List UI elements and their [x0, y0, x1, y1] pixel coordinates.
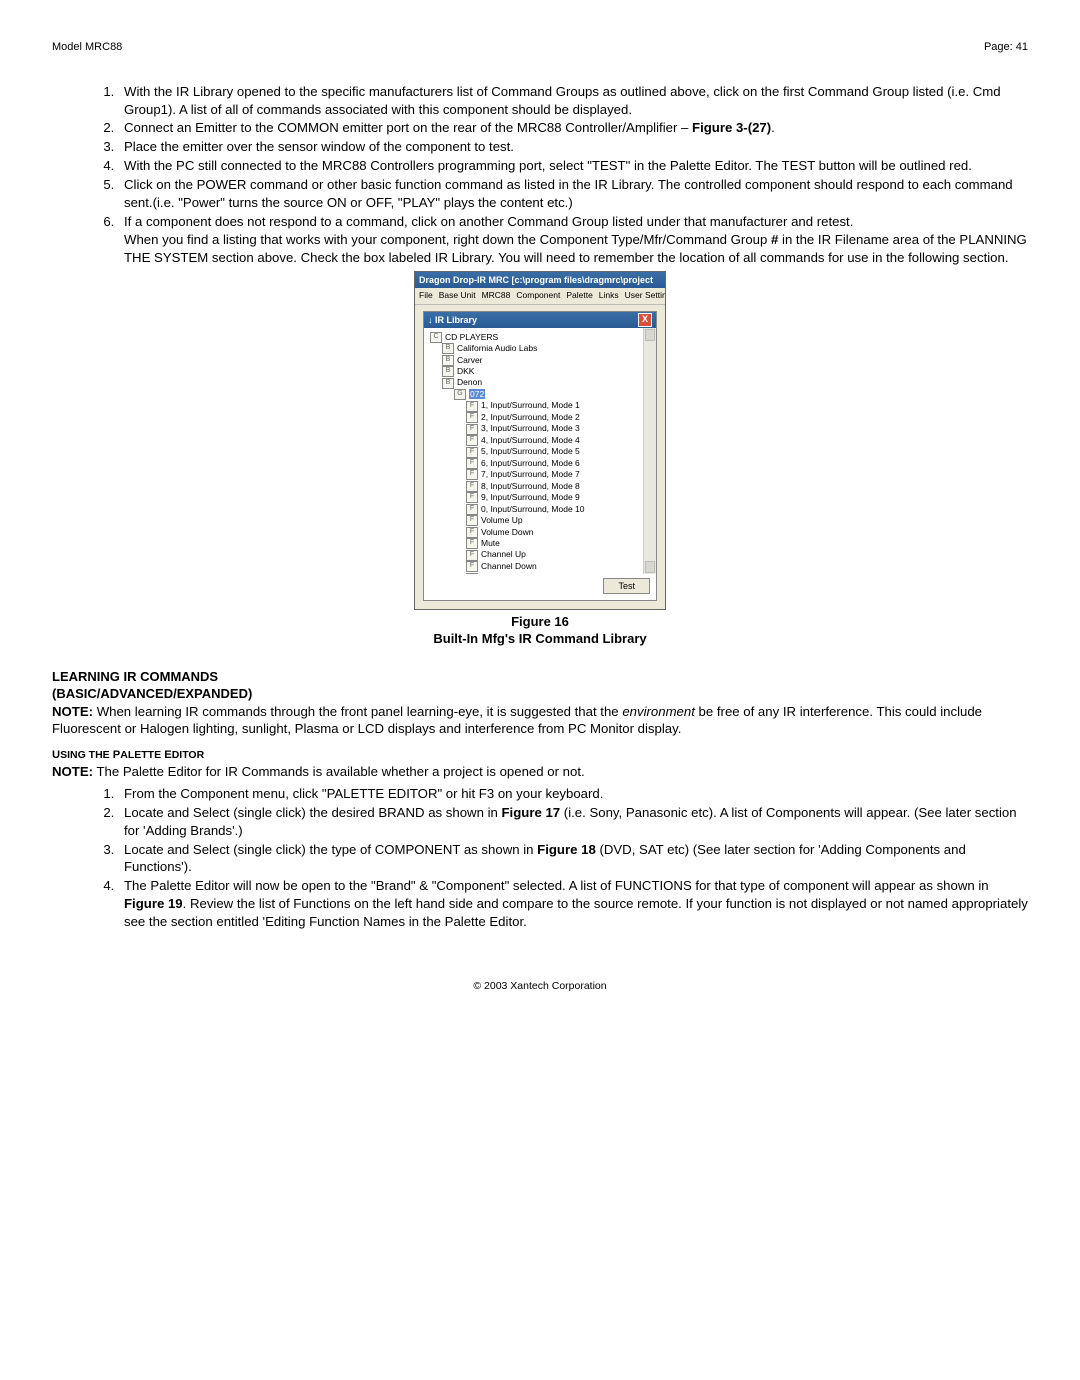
tree-brand[interactable]: BCalifornia Audio Labs [442, 343, 652, 354]
list-item: Locate and Select (single click) the typ… [118, 841, 1028, 877]
command-icon: F [466, 550, 478, 561]
folder-icon: C [430, 332, 442, 343]
command-icon: F [466, 481, 478, 492]
command-icon: F [466, 561, 478, 572]
scrollbar[interactable] [643, 328, 656, 574]
figure-caption: Figure 16 Built-In Mfg's IR Command Libr… [52, 614, 1028, 648]
tree-command[interactable]: F2, Input/Surround, Mode 2 [466, 412, 652, 423]
tree-command[interactable]: F7, Input/Surround, Mode 7 [466, 469, 652, 480]
header-left: Model MRC88 [52, 40, 122, 55]
command-icon: F [466, 412, 478, 423]
tree-brand[interactable]: BDenon [442, 377, 652, 388]
menu-item[interactable]: Palette [566, 290, 592, 300]
menu-item[interactable]: File [419, 290, 433, 300]
screenshot-window: Dragon Drop-IR MRC [c:\program files\dra… [414, 271, 666, 610]
menu-item[interactable]: Component [516, 290, 560, 300]
menu-item[interactable]: MRC88 [482, 290, 511, 300]
list-item: Place the emitter over the sensor window… [118, 138, 1028, 156]
brand-icon: B [442, 355, 454, 366]
main-ordered-list: With the IR Library opened to the specif… [52, 83, 1028, 267]
palette-ordered-list: From the Component menu, click "PALETTE … [52, 785, 1028, 931]
tree-root: CD PLAYERS [445, 332, 498, 342]
list-item: Click on the POWER command or other basi… [118, 176, 1028, 212]
section-heading-learning: LEARNING IR COMMANDS [52, 668, 1028, 686]
list-item: With the IR Library opened to the specif… [118, 83, 1028, 119]
tree-command[interactable]: FMute [466, 538, 652, 549]
tree-command[interactable]: F8, Input/Surround, Mode 8 [466, 481, 652, 492]
page-header: Model MRC88 Page: 41 [52, 40, 1028, 55]
brand-icon: B [442, 378, 454, 389]
page-footer: © 2003 Xantech Corporation [52, 979, 1028, 993]
menu-item[interactable]: User Settings (E [625, 290, 665, 300]
list-item: From the Component menu, click "PALETTE … [118, 785, 1028, 803]
menu-item[interactable]: Links [599, 290, 619, 300]
figure-number: Figure 16 [511, 614, 569, 629]
list-item: Connect an Emitter to the COMMON emitter… [118, 119, 1028, 137]
brand-icon: B [442, 343, 454, 354]
list-item: With the PC still connected to the MRC88… [118, 157, 1028, 175]
tree-command[interactable]: F1, Input/Surround, Mode 1 [466, 400, 652, 411]
window-titlebar: Dragon Drop-IR MRC [c:\program files\dra… [415, 272, 665, 288]
command-icon: F [466, 435, 478, 446]
tree-command[interactable]: F4, Input/Surround, Mode 4 [466, 435, 652, 446]
close-icon[interactable]: X [638, 313, 652, 327]
tree-command[interactable]: F5, Input/Surround, Mode 5 [466, 446, 652, 457]
tree-command[interactable]: F0, Input/Surround, Mode 10 [466, 504, 652, 515]
command-icon: F [466, 504, 478, 515]
header-right: Page: 41 [984, 40, 1028, 55]
group-icon: G [454, 389, 466, 400]
command-icon: F [466, 447, 478, 458]
command-icon: F [466, 515, 478, 526]
tree-command[interactable]: F3, Input/Surround, Mode 3 [466, 423, 652, 434]
panel-titlebar: ↓ IR Library X [424, 312, 656, 328]
command-icon: F [466, 401, 478, 412]
button-row: Test [424, 574, 656, 600]
tree-brand[interactable]: BDKK [442, 366, 652, 377]
tree-brand[interactable]: BCarver [442, 355, 652, 366]
command-icon: F [466, 492, 478, 503]
list-item: The Palette Editor will now be open to t… [118, 877, 1028, 930]
tree-group-selected[interactable]: G072 [454, 389, 652, 400]
tree-command[interactable]: FVolume Up [466, 515, 652, 526]
menu-item[interactable]: Base Unit [439, 290, 476, 300]
command-icon: F [466, 538, 478, 549]
tree-command[interactable]: FChannel Up [466, 549, 652, 560]
test-button[interactable]: Test [603, 578, 650, 594]
command-icon: F [466, 527, 478, 538]
ir-library-panel: ↓ IR Library X CCD PLAYERS BCalifornia A… [423, 311, 657, 601]
list-item: If a component does not respond to a com… [118, 213, 1028, 231]
palette-editor-heading: USING THE PALETTE EDITOR [52, 748, 1028, 763]
command-icon: F [466, 469, 478, 480]
command-icon: F [466, 424, 478, 435]
tree-command[interactable]: FVolume Down [466, 527, 652, 538]
command-icon: F [466, 458, 478, 469]
learning-note: NOTE: When learning IR commands through … [52, 703, 1028, 739]
list-item: When you find a listing that works with … [118, 231, 1028, 267]
tree-command[interactable]: F9, Input/Surround, Mode 9 [466, 492, 652, 503]
tree-command[interactable]: FChannel Down [466, 561, 652, 572]
tree-command[interactable]: FPower [466, 572, 652, 573]
tree-command[interactable]: F6, Input/Surround, Mode 6 [466, 458, 652, 469]
brand-icon: B [442, 366, 454, 377]
figure-wrap: Dragon Drop-IR MRC [c:\program files\dra… [52, 271, 1028, 610]
ir-library-tree[interactable]: CCD PLAYERS BCalifornia Audio LabsBCarve… [424, 328, 656, 574]
window-menubar: File Base Unit MRC88 Component Palette Links U… [415, 288, 665, 304]
figure-title: Built-In Mfg's IR Command Library [433, 631, 646, 646]
section-subheading-learning: (BASIC/ADVANCED/EXPANDED) [52, 685, 1028, 703]
command-icon: F [466, 573, 478, 574]
panel-title-text: ↓ IR Library [428, 314, 477, 326]
palette-note: NOTE: The Palette Editor for IR Commands… [52, 763, 1028, 781]
list-item: Locate and Select (single click) the des… [118, 804, 1028, 840]
